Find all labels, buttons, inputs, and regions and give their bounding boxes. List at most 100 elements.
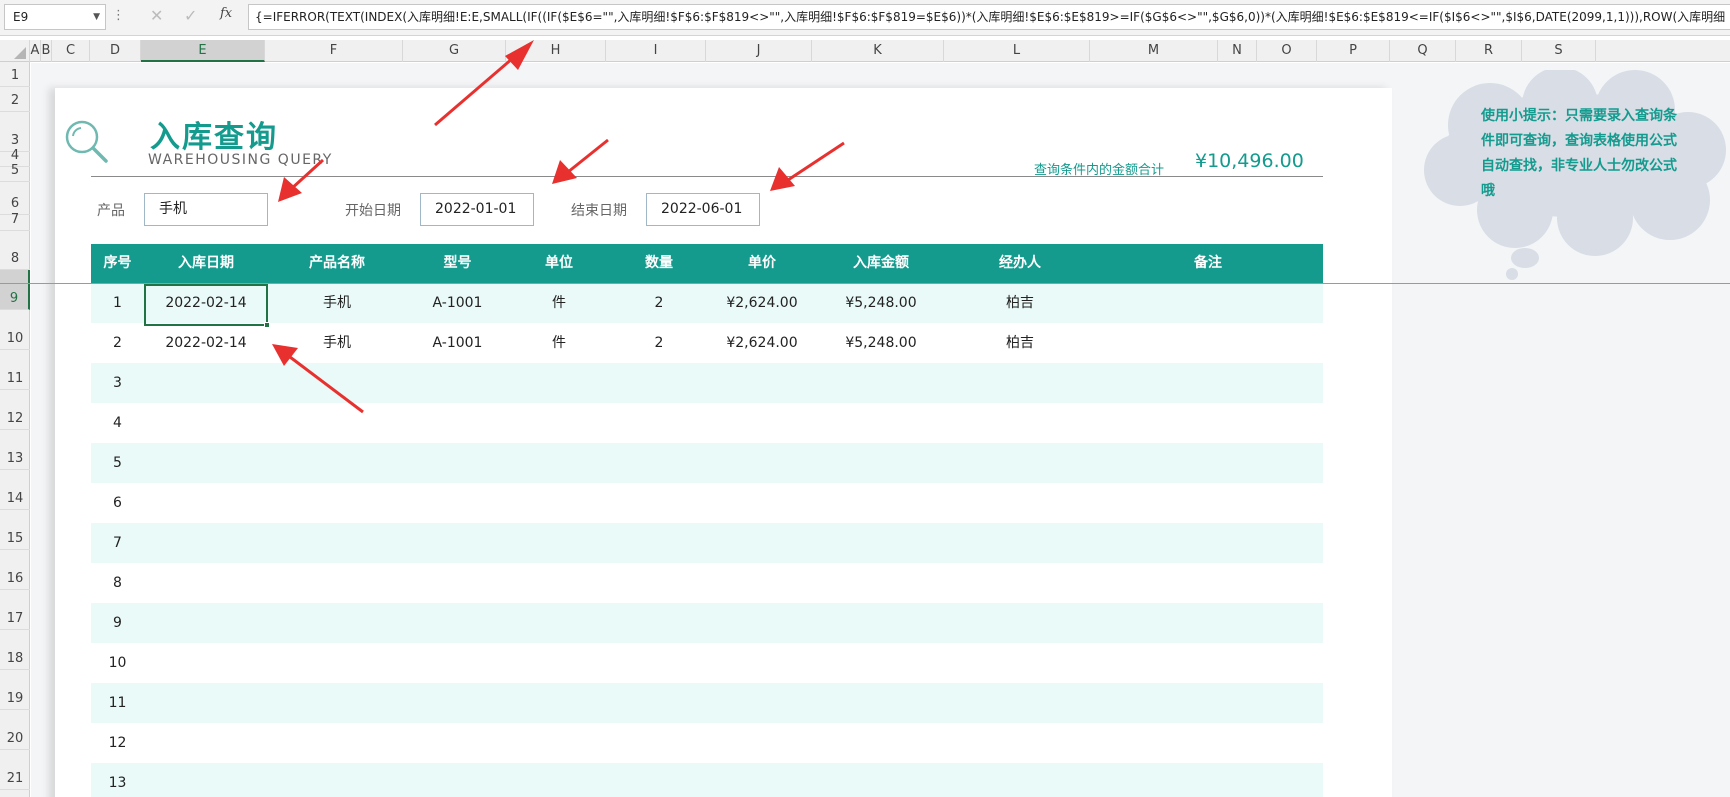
cell-index[interactable]: 12 [91, 723, 144, 763]
cell-unit[interactable] [509, 443, 609, 483]
cell-unit[interactable] [509, 563, 609, 603]
cell-amount[interactable]: ¥5,248.00 [815, 323, 947, 363]
cell-note[interactable] [1093, 683, 1323, 723]
cell-handler[interactable] [947, 563, 1093, 603]
cell-unit[interactable] [509, 763, 609, 797]
row-header-21[interactable]: 21 [0, 750, 30, 790]
product-input[interactable]: 手机 [144, 193, 268, 226]
cell-model[interactable] [406, 403, 509, 443]
cell-date[interactable] [144, 363, 268, 403]
cell-unit[interactable] [509, 683, 609, 723]
header-index[interactable]: 序号 [91, 244, 144, 283]
column-header-j[interactable]: J [706, 40, 812, 62]
cell-index[interactable]: 3 [91, 363, 144, 403]
header-unit[interactable]: 单位 [509, 244, 609, 283]
cell-handler[interactable] [947, 363, 1093, 403]
row-header-7[interactable]: 7 [0, 212, 30, 231]
cell-unit[interactable]: 件 [509, 283, 609, 323]
column-header-f[interactable]: F [265, 40, 403, 62]
cell-product[interactable]: 手机 [268, 283, 406, 323]
cell-amount[interactable] [815, 363, 947, 403]
cell-model[interactable]: A-1001 [406, 283, 509, 323]
cancel-icon[interactable]: ✕ [150, 6, 163, 25]
cell-index[interactable]: 5 [91, 443, 144, 483]
row-header-12[interactable]: 12 [0, 390, 30, 430]
cell-handler[interactable] [947, 763, 1093, 797]
cell-unit[interactable] [509, 483, 609, 523]
end-date-input[interactable]: 2022-06-01 [646, 193, 760, 226]
column-header-o[interactable]: O [1257, 40, 1317, 62]
cell-product[interactable] [268, 723, 406, 763]
cell-amount[interactable]: ¥5,248.00 [815, 283, 947, 323]
cell-note[interactable] [1093, 323, 1323, 363]
cell-model[interactable] [406, 443, 509, 483]
cell-handler[interactable] [947, 483, 1093, 523]
cell-qty[interactable] [609, 723, 709, 763]
select-all-button[interactable] [0, 40, 30, 62]
cell-index[interactable]: 7 [91, 523, 144, 563]
cell-index[interactable]: 2 [91, 323, 144, 363]
cell-price[interactable] [709, 603, 815, 643]
insert-function-icon[interactable]: fx [220, 6, 232, 21]
column-header-s[interactable]: S [1522, 40, 1596, 62]
cell-date[interactable] [144, 483, 268, 523]
cell-note[interactable] [1093, 363, 1323, 403]
fill-handle[interactable] [264, 322, 270, 328]
column-header-l[interactable]: L [944, 40, 1090, 62]
header-price[interactable]: 单价 [709, 244, 815, 283]
column-header-e[interactable]: E [141, 40, 265, 62]
cell-date[interactable] [144, 683, 268, 723]
cell-product[interactable] [268, 763, 406, 797]
column-header-r[interactable]: R [1456, 40, 1522, 62]
row-header-3[interactable]: 3 [0, 112, 30, 152]
cell-price[interactable]: ¥2,624.00 [709, 283, 815, 323]
cell-index[interactable]: 11 [91, 683, 144, 723]
cell-qty[interactable] [609, 763, 709, 797]
row-header-13[interactable]: 13 [0, 430, 30, 470]
cell-product[interactable] [268, 563, 406, 603]
cell-index[interactable]: 1 [91, 283, 144, 323]
cell-qty[interactable] [609, 483, 709, 523]
cell-price[interactable] [709, 443, 815, 483]
cell-amount[interactable] [815, 603, 947, 643]
row-header-5[interactable]: 5 [0, 163, 30, 182]
cell-amount[interactable] [815, 523, 947, 563]
cell-date[interactable] [144, 603, 268, 643]
column-header-b[interactable]: B [41, 40, 52, 62]
cell-note[interactable] [1093, 763, 1323, 797]
row-header-15[interactable]: 15 [0, 510, 30, 550]
cell-qty[interactable]: 2 [609, 283, 709, 323]
cell-model[interactable]: A-1001 [406, 323, 509, 363]
cell-price[interactable] [709, 483, 815, 523]
cell-qty[interactable] [609, 603, 709, 643]
cell-model[interactable] [406, 523, 509, 563]
column-header-g[interactable]: G [403, 40, 506, 62]
cell-qty[interactable] [609, 683, 709, 723]
row-header-17[interactable]: 17 [0, 590, 30, 630]
check-icon[interactable]: ✓ [184, 6, 197, 25]
cell-qty[interactable] [609, 363, 709, 403]
cell-qty[interactable] [609, 563, 709, 603]
cell-note[interactable] [1093, 483, 1323, 523]
cell-handler[interactable] [947, 523, 1093, 563]
header-model[interactable]: 型号 [406, 244, 509, 283]
cell-handler[interactable] [947, 443, 1093, 483]
cell-note[interactable] [1093, 523, 1323, 563]
column-header-n[interactable]: N [1218, 40, 1257, 62]
column-header-d[interactable]: D [90, 40, 141, 62]
cell-date[interactable]: 2022-02-14 [144, 323, 268, 363]
row-header-10[interactable]: 10 [0, 310, 30, 350]
cell-amount[interactable] [815, 443, 947, 483]
row-header-18[interactable]: 18 [0, 630, 30, 670]
cell-model[interactable] [406, 483, 509, 523]
row-header-14[interactable]: 14 [0, 470, 30, 510]
cell-price[interactable] [709, 523, 815, 563]
cell-product[interactable] [268, 443, 406, 483]
cell-date[interactable] [144, 643, 268, 683]
cell-handler[interactable] [947, 603, 1093, 643]
cell-index[interactable]: 9 [91, 603, 144, 643]
cell-note[interactable] [1093, 403, 1323, 443]
column-header-q[interactable]: Q [1390, 40, 1456, 62]
cell-unit[interactable] [509, 363, 609, 403]
row-header-19[interactable]: 19 [0, 670, 30, 710]
